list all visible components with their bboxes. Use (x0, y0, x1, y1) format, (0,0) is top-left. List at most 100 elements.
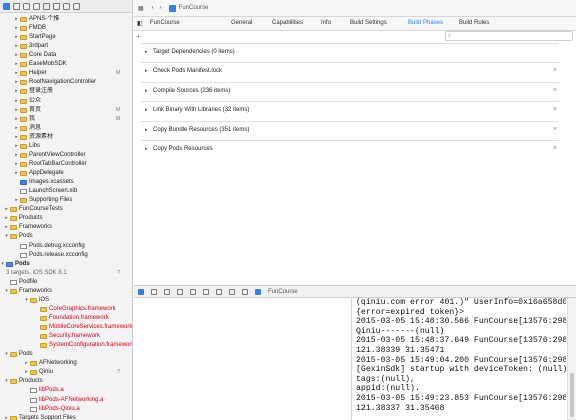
navigator-row[interactable]: libPods.a (0, 386, 132, 395)
navigator-row[interactable]: ▸ Supporting Files (0, 196, 132, 205)
console-scrollbar[interactable] (567, 298, 576, 420)
navigator-row[interactable]: ▸ APNS-个推 (0, 15, 132, 24)
navigator-row[interactable]: 3 targets, iOS SDK 8.1? (0, 269, 132, 278)
tab-info[interactable]: Info (321, 20, 331, 26)
navigator-row[interactable]: ▸ 首页 M (0, 106, 132, 115)
breakpoints-icon[interactable] (151, 288, 157, 295)
view-debug-icon[interactable] (216, 288, 222, 295)
test-icon[interactable] (43, 2, 50, 10)
jump-bar-file[interactable]: FunCourse (179, 5, 209, 11)
navigator-row[interactable]: ▸ FunCourseTests (0, 205, 132, 214)
navigator-row[interactable]: MobileCoreServices.framework (0, 323, 132, 332)
navigator-row[interactable]: ▾ iOS (0, 296, 132, 305)
build-phase-row[interactable]: ▸ Link Binary With Libraries (32 items) × (141, 101, 559, 118)
disclosure-closed-icon[interactable]: ▸ (14, 24, 19, 33)
disclosure-closed-icon[interactable]: ▸ (14, 160, 19, 169)
step-over-icon[interactable] (177, 288, 183, 295)
disclosure-closed-icon[interactable]: ▸ (14, 15, 19, 24)
pause-icon[interactable] (164, 288, 170, 295)
build-phase-row[interactable]: ▸ Target Dependencies (0 items) (141, 43, 559, 60)
navigator-row[interactable]: ▸ 我 M (0, 115, 132, 124)
build-phase-row[interactable]: ▸ Copy Bundle Resources (351 items) × (141, 120, 559, 138)
disclosure-closed-icon[interactable]: ▸ (14, 169, 19, 178)
navigator-row[interactable]: LaunchScreen.xib (0, 187, 132, 196)
navigator-row[interactable]: ▸ 消息 (0, 124, 132, 133)
navigator-row[interactable]: CoreGraphics.framework (0, 305, 132, 314)
disclosure-closed-icon[interactable]: ▸ (14, 42, 19, 51)
build-phase-row[interactable]: ▸ Check Pods Manifest.lock × (141, 62, 559, 79)
disclosure-closed-icon[interactable]: ▸ (24, 359, 29, 368)
disclosure-closed-icon[interactable]: ▸ (145, 63, 148, 79)
tab-build-settings[interactable]: Build Settings (350, 20, 387, 26)
navigator-row[interactable]: ▸ AppDelegate (0, 169, 132, 178)
delete-phase-icon[interactable]: × (553, 102, 557, 118)
tab-general[interactable]: General (231, 20, 252, 26)
navigator-row[interactable]: ▸ RootNavigationController (0, 78, 132, 87)
disclosure-open-icon[interactable]: ▾ (4, 350, 9, 359)
disclosure-open-icon[interactable]: ▾ (4, 377, 9, 386)
navigator-row[interactable]: ▸ Libs (0, 142, 132, 151)
navigator-row[interactable]: SystemConfiguration.framework (0, 341, 132, 350)
hide-debug-icon[interactable] (138, 288, 144, 295)
disclosure-closed-icon[interactable]: ▸ (145, 141, 148, 157)
navigator-row[interactable]: ▸ 资源素材 (0, 133, 132, 142)
tab-build-rules[interactable]: Build Rules (459, 20, 489, 26)
sidebar-toggle-icon[interactable]: ◧ (137, 20, 143, 27)
disclosure-closed-icon[interactable]: ▸ (14, 87, 19, 96)
disclosure-closed-icon[interactable]: ▸ (14, 33, 19, 42)
disclosure-closed-icon[interactable]: ▸ (14, 97, 19, 106)
disclosure-closed-icon[interactable]: ▸ (4, 214, 9, 223)
navigator-row[interactable]: libPods-Qiniu.a (0, 405, 132, 414)
navigator-row[interactable]: ▸ Products (0, 214, 132, 223)
delete-phase-icon[interactable]: × (553, 122, 557, 138)
location-icon[interactable] (242, 288, 248, 295)
navigator-row[interactable]: ▸ FMDB (0, 24, 132, 33)
scroll-thumb[interactable] (570, 373, 574, 417)
navigator-row[interactable]: ▸ 3rdpart (0, 42, 132, 51)
disclosure-closed-icon[interactable]: ▸ (145, 122, 148, 138)
navigator-row[interactable]: ▾ Pods (0, 350, 132, 359)
navigator-row[interactable]: Podfile (0, 278, 132, 287)
target-selector[interactable]: FunCourse (150, 20, 180, 26)
navigator-row[interactable]: Security.framework (0, 332, 132, 341)
navigator-row[interactable]: ▸ Helper M (0, 69, 132, 78)
disclosure-closed-icon[interactable]: ▸ (14, 69, 19, 78)
navigator-row[interactable]: Pods.release.xcconfig (0, 251, 132, 260)
navigator-row[interactable]: Images.xcassets (0, 178, 132, 187)
build-phase-row[interactable]: ▸ Compile Sources (236 items) × (141, 81, 559, 99)
report-icon[interactable] (73, 2, 80, 10)
disclosure-closed-icon[interactable]: ▸ (14, 133, 19, 142)
delete-phase-icon[interactable]: × (553, 83, 557, 99)
navigator-row[interactable]: ▸ Frameworks (0, 223, 132, 232)
disclosure-closed-icon[interactable]: ▸ (14, 51, 19, 60)
disclosure-open-icon[interactable]: ▾ (4, 232, 9, 241)
disclosure-closed-icon[interactable]: ▸ (14, 78, 19, 87)
disclosure-closed-icon[interactable]: ▸ (145, 102, 148, 118)
navigator-row[interactable]: ▸ 登录注册 (0, 87, 132, 96)
disclosure-closed-icon[interactable]: ▸ (14, 196, 19, 205)
console-output[interactable]: (qiniu.com error 401.)" UserInfo=0x16a65… (353, 298, 566, 420)
find-icon[interactable] (23, 2, 30, 10)
disclosure-closed-icon[interactable]: ▸ (14, 106, 19, 115)
navigator-row[interactable]: ▸ 公众 (0, 97, 132, 106)
disclosure-open-icon[interactable]: ▾ (4, 287, 9, 296)
navigator-row[interactable]: ▾ Frameworks (0, 287, 132, 296)
add-phase-icon[interactable]: + (136, 32, 141, 41)
debug-icon[interactable] (53, 2, 60, 10)
folder-icon[interactable] (3, 2, 10, 10)
delete-phase-icon[interactable]: × (553, 141, 557, 157)
disclosure-open-icon[interactable]: ▾ (0, 260, 5, 269)
debug-target-label[interactable]: FunCourse (268, 289, 298, 295)
forward-icon[interactable]: › (160, 5, 162, 11)
navigator-row[interactable]: ▾ Products (0, 377, 132, 386)
tab-build-phases[interactable]: Build Phases (408, 20, 443, 26)
delete-phase-icon[interactable]: × (553, 63, 557, 79)
navigator-row[interactable]: Pods.debug.xcconfig (0, 242, 132, 251)
build-phase-row[interactable]: ▸ Copy Pods Resources × (141, 140, 559, 157)
navigator-row[interactable]: ▸ Core Data (0, 51, 132, 60)
navigator-row[interactable]: ▸ RootTabBarController (0, 160, 132, 169)
step-in-icon[interactable] (190, 288, 196, 295)
navigator-row[interactable]: ▸ ParentViewController (0, 151, 132, 160)
navigator-row[interactable]: ▾ Pods (0, 260, 132, 269)
navigator-row[interactable]: ▸ Qiniu? (0, 368, 132, 377)
